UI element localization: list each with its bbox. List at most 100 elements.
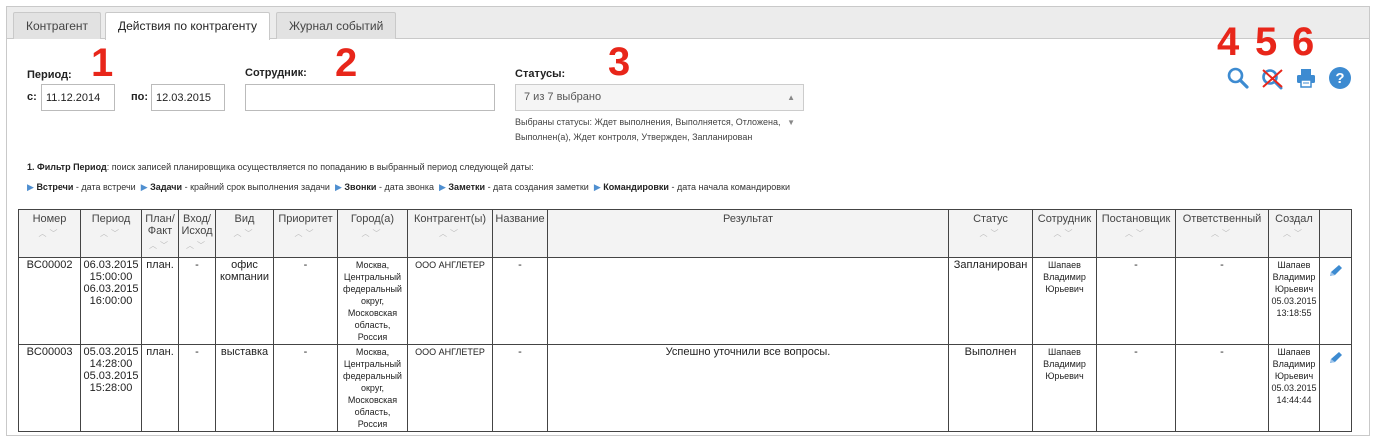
table-row[interactable]: BC00003 05.03.2015 14:28:00 05.03.2015 15:28… (18, 344, 1352, 432)
note-item-text: - дата звонка (376, 182, 434, 192)
column-header[interactable]: Период ︿﹀ (80, 209, 142, 258)
column-header: Результат (547, 209, 949, 258)
cell-text: 05.03.2015 (83, 346, 139, 358)
note-intro-bold: 1. Фильтр Период (27, 162, 107, 172)
actions-table: Номер ︿﹀ Период ︿﹀ План/Факт ︿﹀ Вход/Исход ︿﹀ Ви… (18, 209, 1352, 432)
cell-text: - (1134, 259, 1138, 271)
column-header[interactable]: Вид ︿﹀ (215, 209, 274, 258)
sort-icon[interactable]: ︿﹀ (1034, 228, 1095, 240)
table-header-row: Номер ︿﹀ Период ︿﹀ План/Факт ︿﹀ Вход/Исход ︿﹀ Ви… (18, 209, 1352, 258)
statuses-select[interactable]: 7 из 7 выбрано ▲ ▼ (515, 84, 804, 127)
sort-icon[interactable]: ︿﹀ (275, 228, 336, 240)
column-header[interactable]: Контрагент(ы) ︿﹀ (407, 209, 493, 258)
note-item-bold: Задачи (150, 182, 183, 192)
sort-icon[interactable]: ︿﹀ (1270, 228, 1318, 240)
cell-text: Выполнен (964, 346, 1017, 358)
tab-counterparty-actions[interactable]: Действия по контрагенту (105, 12, 270, 40)
employee-input[interactable] (245, 84, 495, 111)
column-header (1319, 209, 1352, 258)
cell-plan-fact: план. (141, 344, 179, 432)
cell-text: Владимир (1043, 359, 1086, 369)
statuses-label: Статусы: (515, 68, 566, 80)
cell-city: Москва, Центральный федеральный округ, Моско… (337, 257, 408, 345)
from-label: с: (27, 91, 37, 103)
print-icon[interactable] (1295, 67, 1317, 89)
cell-text: компании (219, 271, 270, 283)
column-header[interactable]: Ответственный ︿﹀ (1175, 209, 1269, 258)
cell-text: - (1220, 346, 1224, 358)
column-header[interactable]: Приоритет ︿﹀ (273, 209, 338, 258)
search-icon[interactable] (1226, 66, 1250, 90)
cell-text: Запланирован (953, 259, 1028, 271)
cell-text: Юрьевич (1274, 371, 1314, 381)
cell-text: - (303, 259, 308, 271)
sort-icon[interactable]: ︿﹀ (143, 240, 177, 252)
column-header-label: Сотрудник (1037, 213, 1092, 225)
cell-number: BC00002 (18, 257, 81, 345)
column-header[interactable]: Статус ︿﹀ (948, 209, 1033, 258)
sort-icon[interactable]: ︿﹀ (1098, 228, 1174, 240)
sort-icon[interactable]: ︿﹀ (180, 240, 214, 252)
cell-number: BC00003 (18, 344, 81, 432)
cell-actions (1319, 344, 1352, 432)
cell-period: 05.03.2015 14:28:00 05.03.2015 15:28:00 (80, 344, 142, 432)
edit-icon[interactable] (1327, 350, 1345, 369)
cell-text: Центральный (343, 359, 402, 369)
cell-employee: Шапаев Владимир Юрьевич (1032, 344, 1097, 432)
column-header[interactable]: План/Факт ︿﹀ (141, 209, 179, 258)
column-header[interactable]: Создал ︿﹀ (1268, 209, 1320, 258)
statuses-select-value: 7 из 7 выбрано (524, 91, 602, 103)
cell-name: - (492, 257, 548, 345)
cell-text: область, (354, 407, 391, 417)
period-filter-list: ▶ Встречи - дата встречи ▶ Задачи - край… (27, 182, 790, 193)
statuses-note-line-1: Выбраны статусы: Ждет выполнения, Выполн… (515, 117, 781, 127)
sort-icon[interactable]: ︿﹀ (20, 228, 79, 240)
edit-icon[interactable] (1327, 263, 1345, 282)
cell-text: ООО АНГЛЕТЕР (415, 260, 485, 270)
period-to-input[interactable] (151, 84, 225, 111)
cell-text: Россия (357, 419, 388, 429)
column-header[interactable]: Номер ︿﹀ (18, 209, 81, 258)
cell-kind: офис компании (215, 257, 274, 345)
column-header-label: Факт (147, 225, 173, 237)
note-item-bold: Заметки (448, 182, 486, 192)
help-icon[interactable]: ? (1328, 66, 1352, 90)
table-row[interactable]: BC00002 06.03.2015 15:00:00 06.03.2015 16:00… (18, 257, 1352, 345)
cell-text: Московская (347, 395, 398, 405)
column-header[interactable]: Город(а) ︿﹀ (337, 209, 408, 258)
column-header-label: Постановщик (1101, 213, 1171, 225)
cell-status: Выполнен (948, 344, 1033, 432)
cell-text: 16:00:00 (89, 295, 133, 307)
cell-result: Успешно уточнили все вопросы. (547, 344, 949, 432)
tab-counterparty[interactable]: Контрагент (13, 12, 102, 39)
clear-filter-icon[interactable] (1260, 67, 1286, 91)
cell-text: 05.03.2015 (1271, 296, 1317, 306)
column-header[interactable]: Сотрудник ︿﹀ (1032, 209, 1097, 258)
column-header[interactable]: Вход/Исход ︿﹀ (178, 209, 216, 258)
marker-2: 2 (335, 41, 358, 85)
employee-label: Сотрудник: (245, 67, 307, 79)
cell-text: Успешно уточнили все вопросы. (665, 346, 831, 358)
cell-text: - (518, 346, 522, 358)
select-arrows-icon: ▲ ▼ (787, 93, 795, 127)
sort-icon[interactable]: ︿﹀ (217, 228, 272, 240)
svg-text:?: ? (1335, 70, 1344, 87)
sort-icon[interactable]: ︿﹀ (339, 228, 406, 240)
cell-text: федеральный (343, 284, 402, 294)
sort-icon[interactable]: ︿﹀ (82, 228, 140, 240)
period-label: Период: (27, 69, 72, 81)
column-header[interactable]: Постановщик ︿﹀ (1096, 209, 1176, 258)
cell-text: Юрьевич (1274, 284, 1314, 294)
sort-icon[interactable]: ︿﹀ (1177, 228, 1267, 240)
cell-text: 15:28:00 (89, 382, 133, 394)
tab-event-log[interactable]: Журнал событий (276, 12, 397, 39)
period-from-input[interactable] (41, 84, 115, 111)
tab-bar: Контрагент Действия по контрагенту Журна… (7, 7, 1369, 40)
statuses-note-line-2: Выполнен(а), Ждет контроля, Утвержден, З… (515, 132, 753, 142)
sort-icon[interactable]: ︿﹀ (950, 228, 1031, 240)
cell-text: 06.03.2015 (83, 283, 139, 295)
column-header-label: Номер (32, 213, 67, 225)
cell-name: - (492, 344, 548, 432)
cell-text: 06.03.2015 (83, 259, 139, 271)
sort-icon[interactable]: ︿﹀ (409, 228, 491, 240)
